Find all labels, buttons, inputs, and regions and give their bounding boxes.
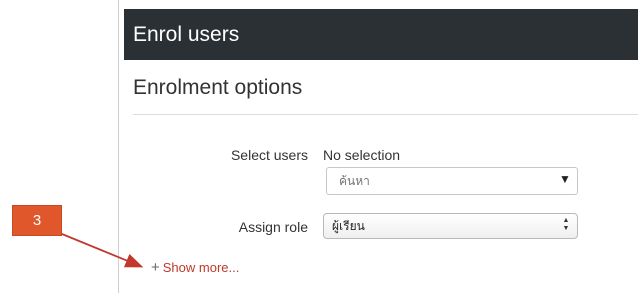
show-more-label: Show more...: [162, 260, 240, 275]
plus-icon: +: [151, 259, 160, 276]
chevron-down-icon: ▼: [562, 225, 570, 232]
search-dropdown-arrow-icon[interactable]: ▼: [559, 172, 571, 186]
step-callout-badge: 3: [12, 205, 62, 236]
show-more-link[interactable]: + Show more...: [151, 260, 239, 275]
enrol-users-dialog: Enrol users Enrolment options Select use…: [118, 0, 638, 293]
assign-role-value: ผู้เรียน: [332, 218, 365, 233]
section-divider: [133, 114, 638, 115]
assign-role-label: Assign role: [238, 219, 308, 235]
screenshot-stage: Enrol users Enrolment options Select use…: [0, 0, 638, 293]
dialog-header: Enrol users: [124, 9, 638, 60]
select-users-label: Select users: [230, 147, 308, 163]
selected-users-value: No selection: [323, 147, 401, 163]
assign-role-select[interactable]: ผู้เรียน ▲ ▼: [323, 213, 578, 239]
dialog-title: Enrol users: [133, 22, 240, 46]
chevron-up-icon: ▲: [562, 217, 570, 224]
user-search-input[interactable]: [326, 167, 578, 195]
select-chevrons-icon: ▲ ▼: [562, 217, 570, 235]
section-title: Enrolment options: [133, 76, 303, 99]
step-number: 3: [32, 212, 42, 229]
